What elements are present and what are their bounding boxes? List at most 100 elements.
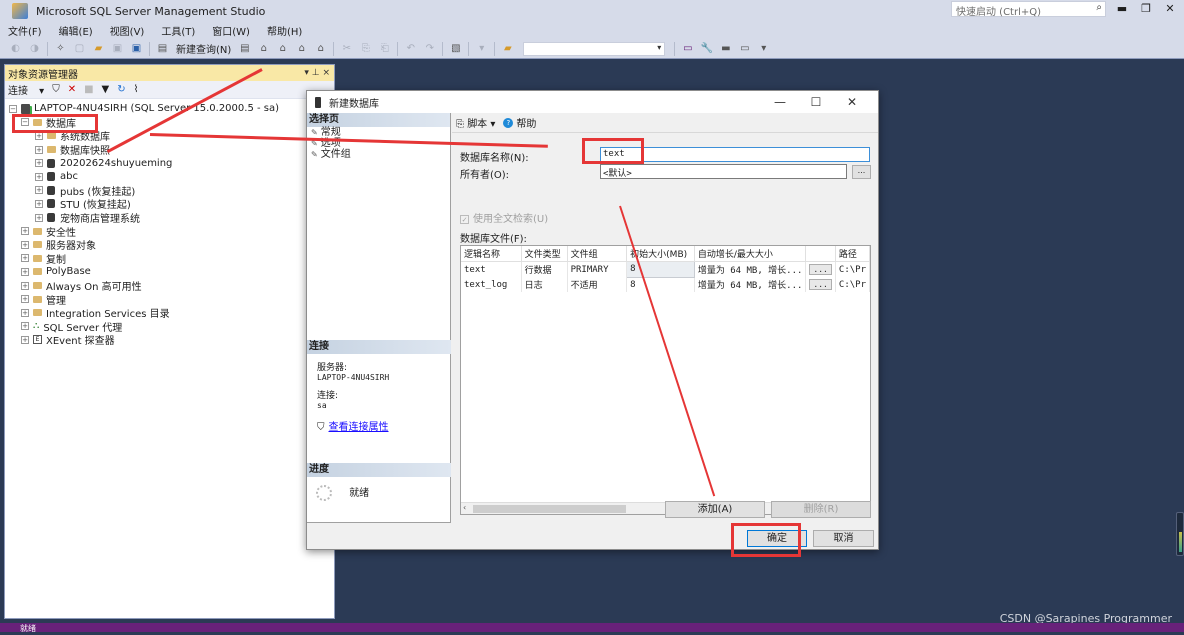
cell-size[interactable]: 8 xyxy=(626,277,695,292)
cell-path[interactable]: C:\Pr xyxy=(835,261,871,277)
back-icon[interactable]: ◐ xyxy=(9,43,22,55)
search-icon[interactable]: ⌕ xyxy=(1096,2,1102,13)
tree-node[interactable]: + STU (恢复挂起) xyxy=(5,197,334,211)
dialog-close-button[interactable]: ✕ xyxy=(834,95,870,109)
dialog-minimize-button[interactable]: — xyxy=(762,95,798,109)
dmx-query-icon[interactable]: ⌂ xyxy=(276,43,289,55)
solution-explorer-icon[interactable]: ▭ xyxy=(681,43,694,55)
cell-name[interactable]: text_log xyxy=(461,277,522,292)
new-project-icon[interactable]: ✧ xyxy=(54,43,67,55)
owner-input[interactable]: <默认> xyxy=(600,164,847,179)
xmla-query-icon[interactable]: ⌂ xyxy=(295,43,308,55)
command-window-icon[interactable]: ▭ xyxy=(738,43,751,55)
expand-icon[interactable]: + xyxy=(35,213,43,222)
tree-node[interactable]: + 宠物商店管理系统 xyxy=(5,211,334,225)
tree-node[interactable]: + E XEvent 探查器 xyxy=(5,333,334,347)
tree-node[interactable]: + 安全性 xyxy=(5,224,334,239)
quick-launch-input[interactable]: 快速启动 (Ctrl+Q) ⌕ xyxy=(951,1,1106,18)
script-button[interactable]: ⎘ 脚本 ▾ xyxy=(456,115,495,130)
expand-icon[interactable]: + xyxy=(35,172,43,181)
db-engine-query-icon[interactable]: ▤ xyxy=(238,43,251,55)
properties-wrench-icon[interactable]: 🔧 xyxy=(700,43,713,55)
find-in-files-icon[interactable]: ▰ xyxy=(501,43,514,55)
tree-node[interactable]: + 复制 xyxy=(5,252,334,266)
undo-icon[interactable]: ↶ xyxy=(404,43,417,55)
expand-icon[interactable]: + xyxy=(35,186,43,195)
connect-plug-icon[interactable]: ⛉ xyxy=(52,84,60,95)
expand-icon[interactable]: + xyxy=(21,254,29,263)
expand-icon[interactable]: + xyxy=(35,145,43,154)
menu-edit[interactable]: 编辑(E) xyxy=(59,23,93,38)
expand-icon[interactable]: + xyxy=(21,227,29,236)
growth-edit-button[interactable]: ... xyxy=(809,279,832,290)
col-autogrowth[interactable]: 自动增长/最大大小 xyxy=(694,246,807,262)
menu-tools[interactable]: 工具(T) xyxy=(161,23,195,38)
tree-node[interactable]: + 数据库快照 xyxy=(5,143,334,157)
expand-icon[interactable]: + xyxy=(35,131,43,140)
mdx-query-icon[interactable]: ⌂ xyxy=(257,43,270,55)
col-filegroup[interactable]: 文件组 xyxy=(567,246,628,262)
tree-node[interactable]: + ⛬ SQL Server 代理 xyxy=(5,320,334,334)
scroll-left-icon[interactable]: ‹ xyxy=(463,503,466,512)
filter-icon[interactable]: ▼ xyxy=(102,84,110,95)
tree-node[interactable]: + PolyBase xyxy=(5,265,334,279)
close-button[interactable]: ✕ xyxy=(1160,2,1180,18)
save-all-icon[interactable]: ▣ xyxy=(130,43,143,55)
remove-file-button[interactable]: 删除(R) xyxy=(771,501,871,518)
col-logical-name[interactable]: 逻辑名称 xyxy=(461,246,522,262)
expand-icon[interactable]: + xyxy=(21,335,29,344)
help-button[interactable]: 帮助 xyxy=(516,115,536,130)
dropdown-icon[interactable]: ▾ xyxy=(475,43,488,55)
col-file-type[interactable]: 文件类型 xyxy=(521,246,568,262)
restore-button[interactable]: ❐ xyxy=(1136,2,1156,18)
expand-icon[interactable]: + xyxy=(21,322,29,331)
minimize-button[interactable]: ▬ xyxy=(1112,2,1132,18)
expand-icon[interactable]: + xyxy=(21,308,29,317)
view-connection-properties-link[interactable]: 查看连接属性 xyxy=(329,422,389,433)
menu-file[interactable]: 文件(F) xyxy=(8,23,42,38)
stop-icon[interactable]: ■ xyxy=(84,84,93,95)
expand-icon[interactable]: + xyxy=(35,159,43,168)
dialog-maximize-button[interactable]: ☐ xyxy=(798,95,834,109)
forward-icon[interactable]: ◑ xyxy=(28,43,41,55)
owner-browse-button[interactable]: ... xyxy=(852,165,871,179)
cut-icon[interactable]: ✂ xyxy=(340,43,353,55)
activity-monitor-icon[interactable]: ▧ xyxy=(449,43,462,55)
toolbar-options-icon[interactable]: ▾ xyxy=(757,43,770,55)
page-filegroups[interactable]: ✎ 文件组 xyxy=(307,149,450,160)
collapse-icon[interactable]: − xyxy=(9,104,17,113)
expand-icon[interactable]: + xyxy=(21,240,29,249)
tree-node[interactable]: + pubs (恢复挂起) xyxy=(5,184,334,198)
tree-node[interactable]: +20202624shuyueming xyxy=(5,156,334,170)
col-path[interactable]: 路径 xyxy=(835,246,871,262)
connect-button[interactable]: 连接 ▾ xyxy=(8,82,44,97)
expand-icon[interactable]: + xyxy=(21,295,29,304)
cell-group[interactable]: PRIMARY xyxy=(567,261,628,277)
tree-node[interactable]: + 管理 xyxy=(5,292,334,307)
new-file-icon[interactable]: ▢ xyxy=(73,43,86,55)
cancel-button[interactable]: 取消 xyxy=(813,530,874,547)
paste-icon[interactable]: ⎗ xyxy=(378,43,391,55)
cell-path[interactable]: C:\Pr xyxy=(835,277,871,292)
expand-icon[interactable]: + xyxy=(21,267,29,276)
help-icon[interactable]: ? xyxy=(503,117,514,128)
open-file-icon[interactable]: ▰ xyxy=(92,43,105,55)
tree-node[interactable]: + abc xyxy=(5,170,334,184)
menu-help[interactable]: 帮助(H) xyxy=(267,23,302,38)
fulltext-checkbox[interactable]: ✓ 使用全文检索(U) xyxy=(460,210,548,225)
cell-name[interactable]: text xyxy=(461,261,522,277)
tree-node[interactable]: + Always On 高可用性 xyxy=(5,279,334,293)
disconnect-icon[interactable]: ✕ xyxy=(68,84,76,95)
activity-icon[interactable]: ⌇ xyxy=(134,84,139,95)
save-icon[interactable]: ▣ xyxy=(111,43,124,55)
dax-query-icon[interactable]: ⌂ xyxy=(314,43,327,55)
redo-icon[interactable]: ↷ xyxy=(423,43,436,55)
table-row[interactable]: text_log 日志 不适用 8 增量为 64 MB, 增长... ... C… xyxy=(461,277,871,292)
toolbox-icon[interactable]: ▬ xyxy=(719,43,732,55)
growth-edit-button[interactable]: ... xyxy=(809,264,832,275)
menu-view[interactable]: 视图(V) xyxy=(110,23,145,38)
expand-icon[interactable]: + xyxy=(35,199,43,208)
expand-icon[interactable]: + xyxy=(21,281,29,290)
page-general[interactable]: ✎ 常规 xyxy=(307,127,450,138)
new-query-button[interactable]: 新建查询(N) xyxy=(176,41,231,56)
